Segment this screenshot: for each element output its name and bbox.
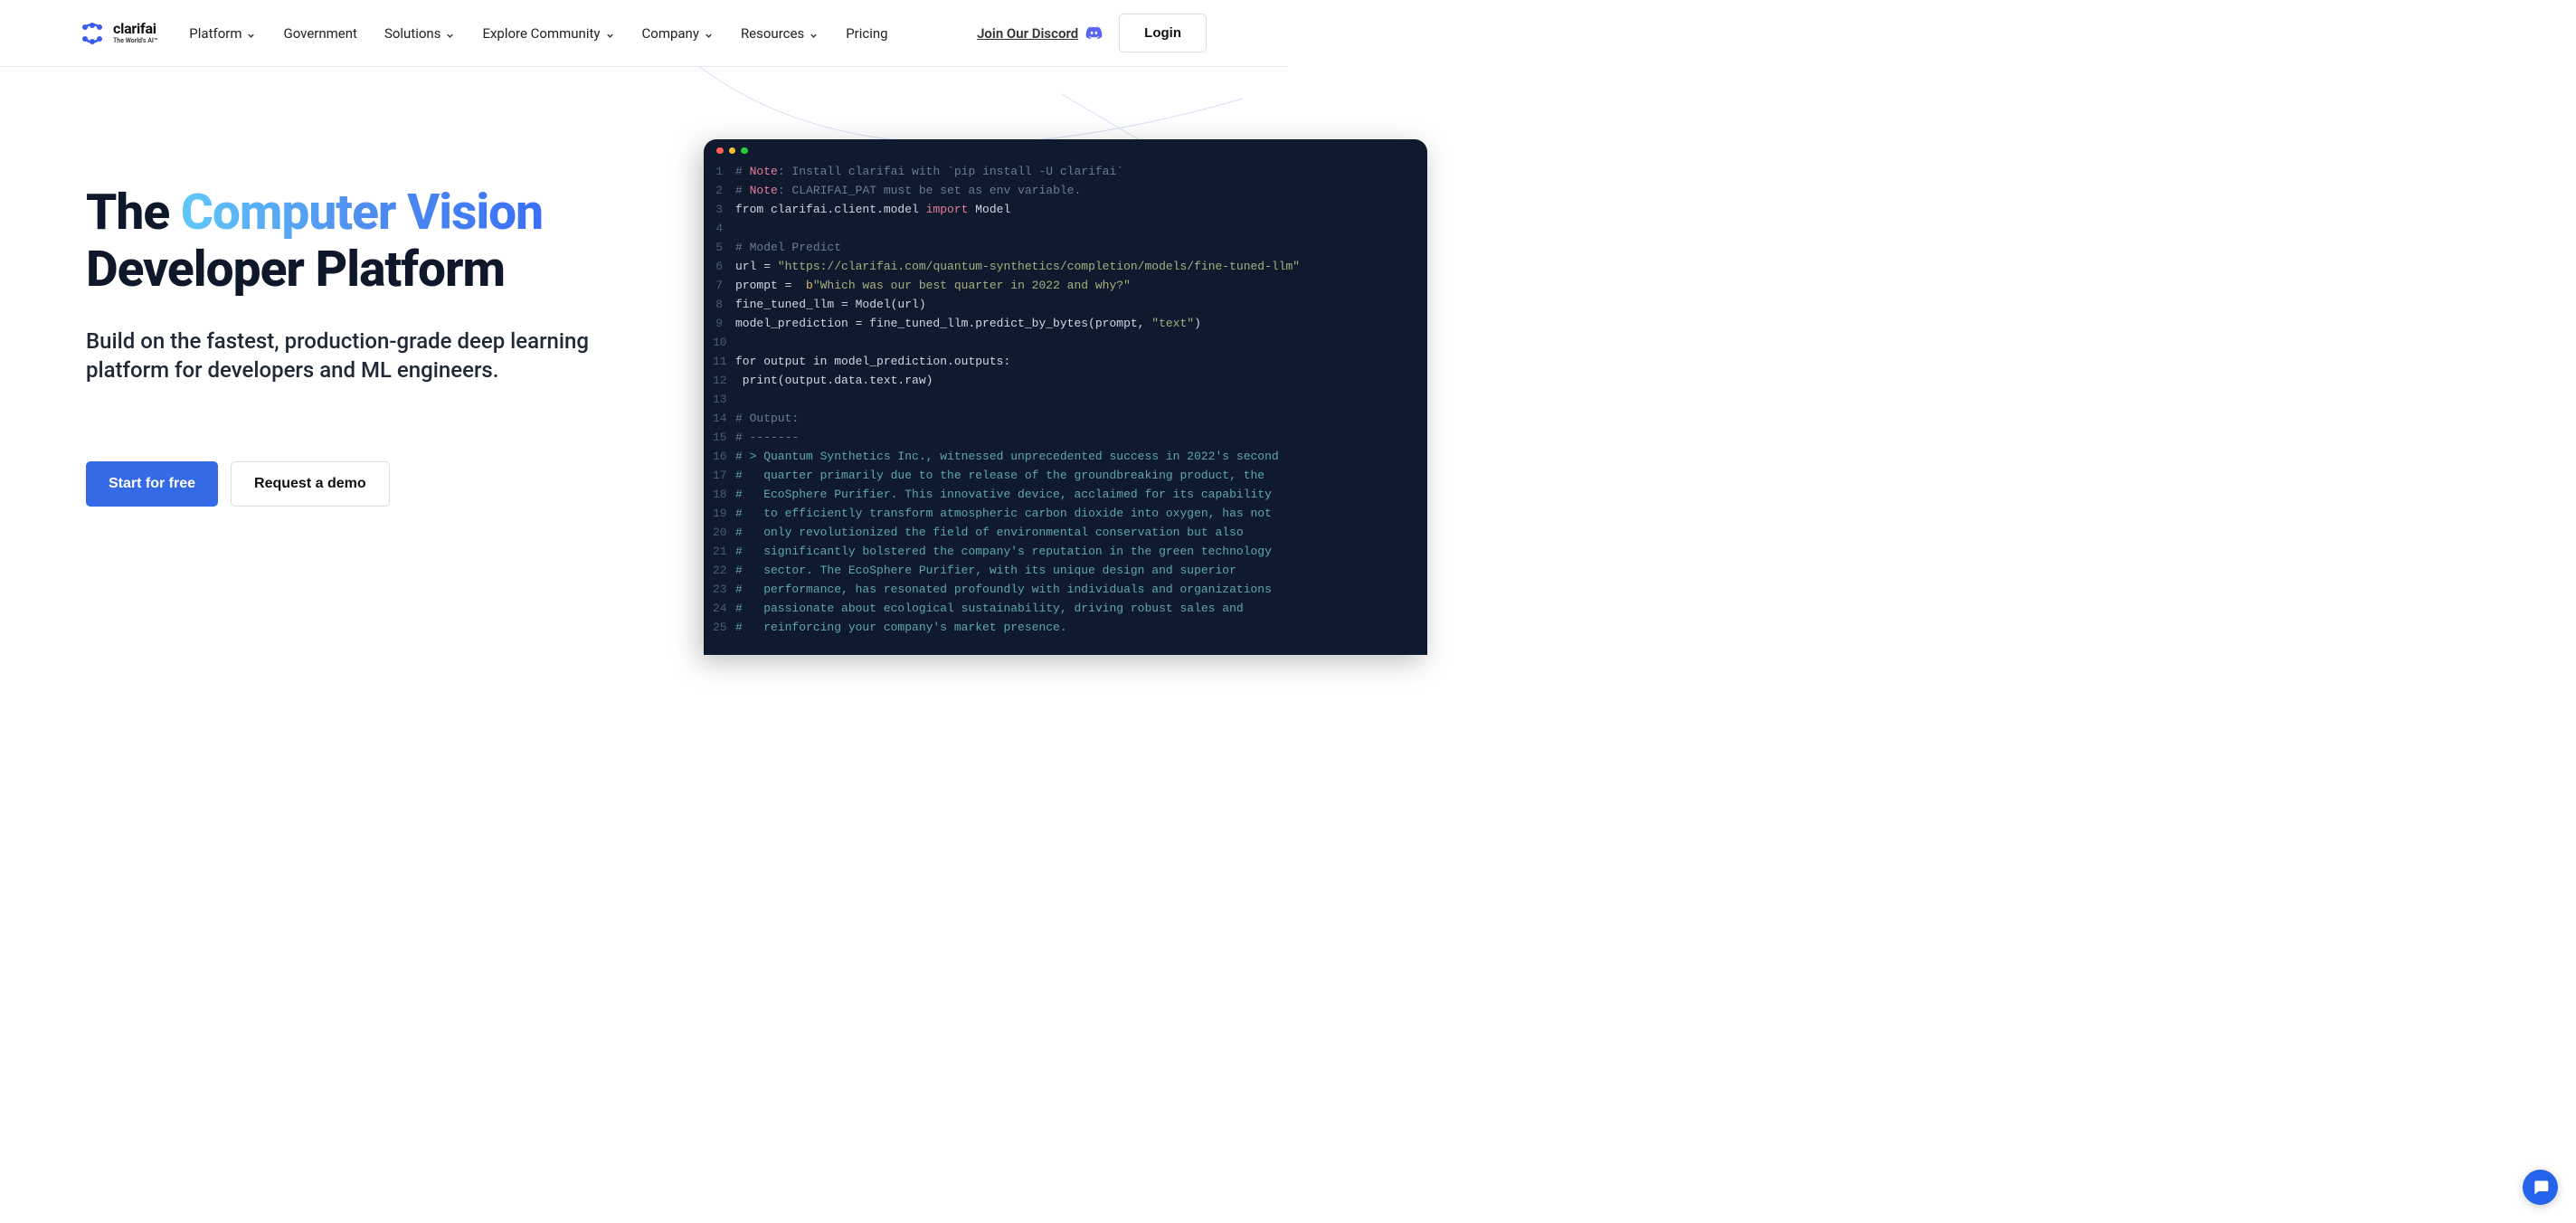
- title-highlight: Computer Vision: [181, 184, 543, 242]
- chat-icon: [2532, 1178, 2550, 1198]
- nav-government[interactable]: Government: [283, 25, 356, 42]
- nav-label: Solutions: [384, 25, 441, 42]
- nav-label: Resources: [741, 25, 804, 42]
- hero-subtitle: Build on the fastest, production-grade d…: [86, 327, 620, 385]
- title-prefix: The: [86, 184, 181, 242]
- logo-name: clarifai: [113, 22, 157, 36]
- logo-mark-icon: [81, 21, 107, 46]
- nav-explore-community[interactable]: Explore Community: [482, 25, 614, 42]
- chevron-down-icon: [445, 28, 455, 38]
- chevron-down-icon: [605, 28, 615, 38]
- main-nav: Platform Government Solutions Explore Co…: [189, 25, 887, 42]
- window-chrome: [704, 139, 1427, 162]
- chevron-down-icon: [809, 28, 819, 38]
- discord-icon: [1085, 24, 1103, 42]
- logo[interactable]: clarifai The World's AI™: [81, 21, 157, 46]
- hero-title: The Computer Vision Developer Platform: [86, 185, 674, 299]
- nav-company[interactable]: Company: [642, 25, 714, 42]
- request-demo-button[interactable]: Request a demo: [231, 461, 390, 507]
- code-block: 1 2 3 4 5 6 7 8 9 10 11 12 13 14 15 16 1…: [704, 162, 1427, 655]
- nav-label: Pricing: [846, 25, 887, 42]
- title-suffix: Developer Platform: [86, 241, 505, 299]
- window-maximize-icon: [741, 147, 748, 155]
- window-minimize-icon: [729, 147, 736, 155]
- nav-label: Explore Community: [482, 25, 600, 42]
- nav-solutions[interactable]: Solutions: [384, 25, 456, 42]
- discord-label: Join Our Discord: [977, 25, 1078, 42]
- nav-label: Government: [283, 25, 356, 42]
- window-close-icon: [716, 147, 724, 155]
- nav-pricing[interactable]: Pricing: [846, 25, 887, 42]
- header: clarifai The World's AI™ Platform Govern…: [0, 0, 1288, 67]
- start-free-button[interactable]: Start for free: [86, 461, 218, 507]
- chevron-down-icon: [246, 28, 256, 38]
- chat-fab-button[interactable]: [2523, 1170, 2558, 1205]
- hero-section: The Computer Vision Developer Platform B…: [0, 67, 1288, 507]
- nav-label: Platform: [189, 25, 242, 42]
- chevron-down-icon: [704, 28, 714, 38]
- nav-label: Company: [642, 25, 699, 42]
- discord-link[interactable]: Join Our Discord: [977, 24, 1103, 42]
- login-button[interactable]: Login: [1119, 14, 1207, 52]
- nav-platform[interactable]: Platform: [189, 25, 256, 42]
- logo-tagline: The World's AI™: [113, 38, 157, 44]
- nav-resources[interactable]: Resources: [741, 25, 819, 42]
- code-window: 1 2 3 4 5 6 7 8 9 10 11 12 13 14 15 16 1…: [704, 139, 1427, 655]
